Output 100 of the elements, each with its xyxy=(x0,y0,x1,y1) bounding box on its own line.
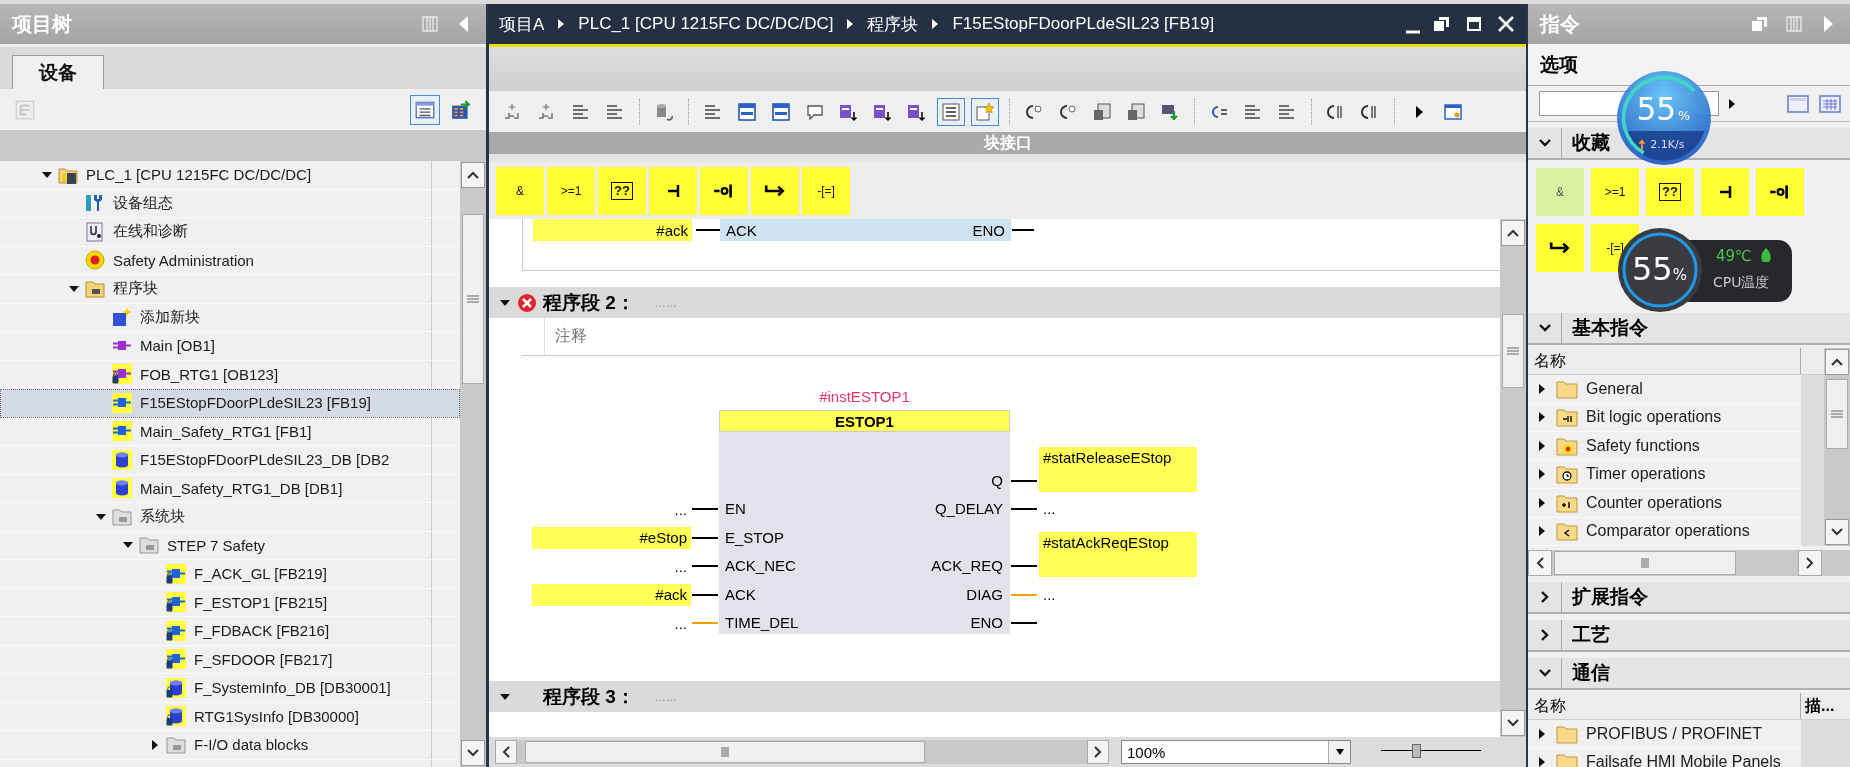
minimize-icon xyxy=(1406,30,1420,34)
instruction-folder[interactable]: PROFIBUS / PROFINET xyxy=(1528,720,1801,749)
grip-icon xyxy=(720,746,730,758)
instruction-folder[interactable]: Timer operations xyxy=(1528,460,1801,489)
dropdown-button[interactable] xyxy=(1328,741,1350,763)
instruction-button[interactable] xyxy=(1536,224,1584,272)
scroll-up-button[interactable] xyxy=(1501,220,1525,246)
network-title: 程序段 3： xyxy=(543,684,635,709)
breadcrumb-item[interactable]: 程序块 xyxy=(867,12,919,36)
tree-item[interactable]: F_SFDOOR [FB217] xyxy=(0,645,460,674)
instruction-folder[interactable]: Safety functions xyxy=(1528,432,1801,461)
tree-item[interactable]: 设备组态 xyxy=(0,189,460,218)
maximize-button[interactable] xyxy=(1464,14,1484,34)
instruction-button[interactable]: & xyxy=(1536,168,1584,216)
tree-item[interactable]: F_SystemInfo_DB [DB30001] xyxy=(0,674,460,703)
instruction-button[interactable]: >=1 xyxy=(547,166,595,215)
scrollbar-thumb[interactable] xyxy=(462,214,484,384)
instruction-folder[interactable]: Failsafe HMI Mobile Panels xyxy=(1528,748,1801,767)
tree-item[interactable]: F-I/O data blocks xyxy=(0,731,460,760)
folder-icon xyxy=(1556,378,1578,399)
wire xyxy=(1011,508,1037,511)
caret-icon xyxy=(1334,748,1345,756)
emergency-stop-icon xyxy=(85,250,105,271)
column-header: 描... xyxy=(1803,695,1836,716)
box-instruction-button[interactable]: ?? xyxy=(598,166,646,215)
tree-item[interactable]: Main_Safety_RTG1 [FB1] xyxy=(0,417,460,446)
instruction-folder[interactable]: Comparator operations xyxy=(1528,517,1801,546)
instruction-folder[interactable]: Bit logic operations xyxy=(1528,403,1801,432)
scrollbar-thumb[interactable] xyxy=(525,741,925,763)
chevron-down-icon xyxy=(1830,527,1844,537)
tree-item[interactable]: PLC_1 [CPU 1215FC DC/DC/DC] xyxy=(0,161,460,190)
scroll-left-button[interactable] xyxy=(495,740,517,764)
instruction-button[interactable]: & xyxy=(496,166,544,215)
pin-label: EN xyxy=(725,500,746,518)
locked-database-icon xyxy=(166,677,186,698)
network-comment-dots: ...... xyxy=(654,295,677,310)
network-title: 程序段 2： xyxy=(543,290,635,315)
instruction-button[interactable]: >=1 xyxy=(1591,168,1639,216)
box-instruction-button[interactable]: ?? xyxy=(1646,168,1694,216)
pin-label: ENO xyxy=(972,221,1005,239)
instruction-button[interactable] xyxy=(700,166,748,215)
close-button[interactable] xyxy=(1496,14,1516,34)
tree-item[interactable]: 添加新块 xyxy=(0,303,460,332)
zoom-dropdown[interactable]: 100% xyxy=(1121,740,1351,764)
document-icon xyxy=(1126,101,1146,122)
scroll-left-button[interactable] xyxy=(1528,550,1552,576)
tree-item[interactable]: F_ACK_GL [FB219] xyxy=(0,560,460,589)
scrollbar-thumb[interactable] xyxy=(1502,314,1524,388)
tree-item[interactable]: F15EStopFDoorPLdeSIL23_DB [DB2 xyxy=(0,446,460,475)
tree-item[interactable]: Safety Administration xyxy=(0,246,460,275)
window-icon xyxy=(771,101,791,122)
tree-item[interactable]: Main_Safety_RTG1_DB [DB1] xyxy=(0,474,460,503)
tree-item[interactable]: 系统块 xyxy=(0,503,460,532)
database-icon xyxy=(112,478,132,499)
instruction-folder[interactable]: Counter operations xyxy=(1528,489,1801,518)
tree-item[interactable]: Main [OB1] xyxy=(0,332,460,361)
section-header[interactable]: 通信 xyxy=(1528,658,1850,690)
tree-item[interactable]: 程序块 xyxy=(0,275,460,304)
wire xyxy=(692,622,718,624)
database-icon xyxy=(112,449,132,470)
section-header[interactable]: 扩展指令 xyxy=(1528,582,1850,614)
scroll-down-button[interactable] xyxy=(1501,710,1525,736)
tree-item[interactable]: F15EStopFDoorPLdeSIL23 [FB19] xyxy=(0,389,460,418)
pin-label: Q xyxy=(991,472,1003,489)
scrollbar-thumb[interactable] xyxy=(1826,379,1848,449)
scroll-up-button[interactable] xyxy=(1825,349,1849,375)
operand-label: ... xyxy=(673,499,688,520)
tab[interactable]: 设备 xyxy=(12,55,104,89)
tree-item[interactable]: F_FDBACK [FB216] xyxy=(0,617,460,646)
instruction-folder[interactable]: General xyxy=(1528,375,1801,404)
tree-item[interactable]: RTG1SysInfo [DB30000] xyxy=(0,702,460,731)
wire xyxy=(1011,565,1037,568)
tree-diagram-icon xyxy=(14,98,36,121)
gauge-value: 55 xyxy=(1636,90,1677,128)
scroll-right-button[interactable] xyxy=(1798,550,1822,576)
instruction-button[interactable]: -[=] xyxy=(802,166,850,215)
instruction-button[interactable] xyxy=(751,166,799,215)
gauge-unit: % xyxy=(1678,107,1691,123)
scrollbar-thumb[interactable] xyxy=(1554,551,1736,575)
slider-thumb[interactable] xyxy=(1412,744,1421,758)
scroll-up-button[interactable] xyxy=(461,162,485,188)
section-header[interactable]: 基本指令 xyxy=(1528,313,1850,345)
section-header[interactable]: 工艺 xyxy=(1528,620,1850,652)
triangle-icon[interactable] xyxy=(1727,97,1737,110)
breadcrumb-item[interactable]: 项目A xyxy=(499,12,545,36)
breadcrumb-item[interactable]: PLC_1 [CPU 1215FC DC/DC/DC] xyxy=(578,14,834,34)
tree-item[interactable]: STEP 7 Safety xyxy=(0,531,460,560)
restore-button[interactable] xyxy=(1432,14,1452,34)
instruction-button[interactable] xyxy=(1756,168,1804,216)
panel-title: 项目树 xyxy=(12,11,73,37)
tree-item[interactable]: F_ESTOP1 [FB215] xyxy=(0,588,460,617)
operand-label: ... xyxy=(1042,584,1057,605)
grip-icon xyxy=(466,294,480,304)
scroll-down-button[interactable] xyxy=(1825,519,1849,545)
breadcrumb-item[interactable]: F15EStopFDoorPLdeSIL23 [FB19] xyxy=(952,14,1215,34)
scroll-right-button[interactable] xyxy=(1087,740,1109,764)
tree-item[interactable]: 在线和诊断 xyxy=(0,218,460,247)
wire xyxy=(692,593,718,596)
scroll-down-button[interactable] xyxy=(461,740,485,766)
stethoscope-icon xyxy=(85,221,105,242)
